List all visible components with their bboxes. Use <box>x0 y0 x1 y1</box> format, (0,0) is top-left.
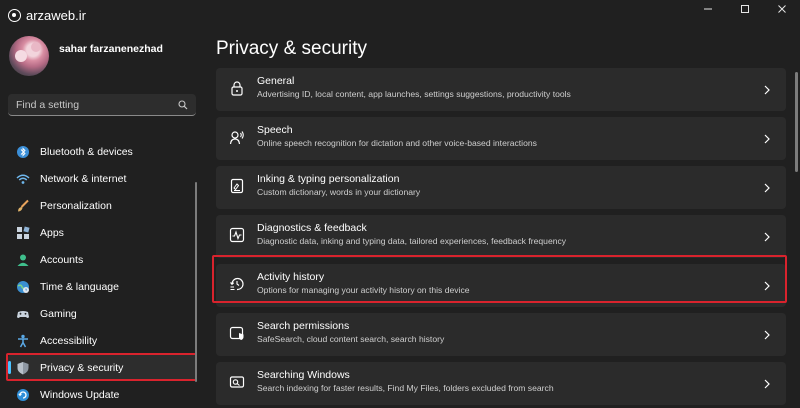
card-search-permissions[interactable]: Search permissions SafeSearch, cloud con… <box>216 313 786 356</box>
sidebar-item-label: Accessibility <box>40 334 98 347</box>
sidebar-item-accessibility[interactable]: Accessibility <box>8 327 196 354</box>
close-button[interactable] <box>763 0 800 18</box>
sidebar-item-windows-update[interactable]: Windows Update <box>8 381 196 408</box>
sidebar-item-personalization[interactable]: Personalization <box>8 192 196 219</box>
card-description: Diagnostic data, inking and typing data,… <box>257 236 567 246</box>
card-inking-typing[interactable]: Inking & typing personalization Custom d… <box>216 166 786 209</box>
close-icon <box>777 5 786 13</box>
card-title: Diagnostics & feedback <box>257 222 367 234</box>
sidebar-item-label: Accounts <box>40 253 84 266</box>
person-icon <box>16 253 30 267</box>
sidebar-item-label: Windows Update <box>40 388 120 401</box>
sidebar-item-time-language[interactable]: Time & language <box>8 273 196 300</box>
watermark-text: arzaweb.ir <box>26 7 86 23</box>
sidebar-item-label: Apps <box>40 226 64 239</box>
maximize-button[interactable] <box>726 0 763 18</box>
search-icon <box>178 99 188 109</box>
minimize-icon <box>703 8 712 10</box>
settings-window: arzaweb.ir sahar farzanenezhad Bluetooth… <box>0 0 800 408</box>
search-box[interactable] <box>8 94 196 116</box>
avatar[interactable] <box>9 36 49 76</box>
sidebar-item-label: Network & internet <box>40 172 127 185</box>
card-description: Search indexing for faster results, Find… <box>257 383 554 393</box>
card-description: Online speech recognition for dictation … <box>257 138 537 148</box>
chevron-right-icon <box>762 328 772 340</box>
globe-clock-icon <box>16 280 30 294</box>
bluetooth-icon <box>16 145 30 159</box>
sidebar-item-apps[interactable]: Apps <box>8 219 196 246</box>
chevron-right-icon <box>762 132 772 144</box>
card-searching-windows[interactable]: Searching Windows Search indexing for fa… <box>216 362 786 405</box>
card-title: Inking & typing personalization <box>257 173 400 185</box>
sidebar-item-bluetooth[interactable]: Bluetooth & devices <box>8 138 196 165</box>
card-title: General <box>257 75 295 87</box>
user-profile[interactable]: sahar farzanenezhad <box>9 36 163 76</box>
settings-list: General Advertising ID, local content, a… <box>216 68 786 408</box>
card-general[interactable]: General Advertising ID, local content, a… <box>216 68 786 111</box>
highlight-box-nav <box>6 353 197 381</box>
sidebar-item-network[interactable]: Network & internet <box>8 165 196 192</box>
sidebar-item-label: Gaming <box>40 307 77 320</box>
card-diagnostics-feedback[interactable]: Diagnostics & feedback Diagnostic data, … <box>216 215 786 258</box>
sidebar-item-label: Bluetooth & devices <box>40 145 133 158</box>
sidebar-item-accounts[interactable]: Accounts <box>8 246 196 273</box>
wifi-icon <box>16 172 30 186</box>
watermark: arzaweb.ir <box>8 6 86 24</box>
chevron-right-icon <box>762 377 772 389</box>
accessibility-icon <box>16 334 30 348</box>
sidebar-scrollbar[interactable] <box>195 182 197 382</box>
card-title: Search permissions <box>257 320 350 332</box>
sidebar-item-label: Personalization <box>40 199 112 212</box>
maximize-icon <box>740 5 749 13</box>
search-permissions-icon <box>229 325 245 341</box>
lock-icon <box>229 80 245 96</box>
chevron-right-icon <box>762 83 772 95</box>
page-title: Privacy & security <box>216 38 367 59</box>
main-scrollbar[interactable] <box>795 72 798 172</box>
card-title: Searching Windows <box>257 369 350 381</box>
card-title: Speech <box>257 124 293 136</box>
card-description: Advertising ID, local content, app launc… <box>257 89 571 99</box>
card-description: Custom dictionary, words in your diction… <box>257 187 421 197</box>
window-controls <box>689 0 800 18</box>
card-description: SafeSearch, cloud content search, search… <box>257 334 445 344</box>
minimize-button[interactable] <box>689 0 726 18</box>
gamepad-icon <box>16 307 30 321</box>
speech-icon <box>229 129 245 145</box>
sidebar-item-label: Time & language <box>40 280 119 293</box>
update-icon <box>16 388 30 402</box>
card-speech[interactable]: Speech Online speech recognition for dic… <box>216 117 786 160</box>
chevron-right-icon <box>762 181 772 193</box>
searching-windows-icon <box>229 374 245 390</box>
brush-icon <box>16 199 30 213</box>
highlight-box-card <box>212 255 787 303</box>
sidebar-item-gaming[interactable]: Gaming <box>8 300 196 327</box>
watermark-icon <box>8 8 21 22</box>
apps-icon <box>16 225 30 240</box>
search-input[interactable] <box>16 98 166 111</box>
user-name: sahar farzanenezhad <box>59 43 163 55</box>
chevron-right-icon <box>762 230 772 242</box>
diagnostics-icon <box>229 227 245 243</box>
inking-icon <box>229 178 245 194</box>
